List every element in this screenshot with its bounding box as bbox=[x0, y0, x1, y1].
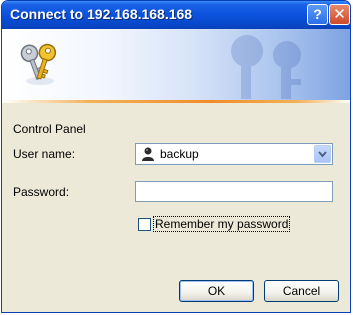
remember-password-checkbox[interactable] bbox=[138, 218, 151, 231]
keys-icon bbox=[20, 43, 57, 85]
close-button[interactable]: ✕ bbox=[329, 4, 350, 25]
ok-button[interactable]: OK bbox=[179, 280, 254, 302]
cancel-button[interactable]: Cancel bbox=[264, 280, 339, 302]
dropdown-button[interactable] bbox=[314, 145, 331, 163]
password-field[interactable] bbox=[135, 181, 333, 202]
remember-password-label[interactable]: Remember my password bbox=[153, 216, 291, 232]
username-combobox[interactable]: backup bbox=[135, 143, 333, 165]
username-label: User name: bbox=[13, 147, 76, 161]
title-bar[interactable]: Connect to 192.168.168.168 ? ✕ bbox=[2, 1, 350, 29]
keys-watermark-icon bbox=[231, 35, 301, 99]
realm-text: Control Panel bbox=[13, 122, 86, 136]
login-dialog: Connect to 192.168.168.168 ? ✕ Control P… bbox=[1, 0, 351, 313]
dialog-banner bbox=[2, 29, 350, 103]
banner-accent-line bbox=[2, 100, 350, 103]
window-title: Connect to 192.168.168.168 bbox=[10, 6, 193, 22]
username-value: backup bbox=[160, 147, 199, 161]
user-icon bbox=[142, 147, 154, 161]
password-label: Password: bbox=[13, 185, 70, 199]
help-button[interactable]: ? bbox=[307, 4, 328, 25]
chevron-down-icon bbox=[318, 151, 327, 158]
